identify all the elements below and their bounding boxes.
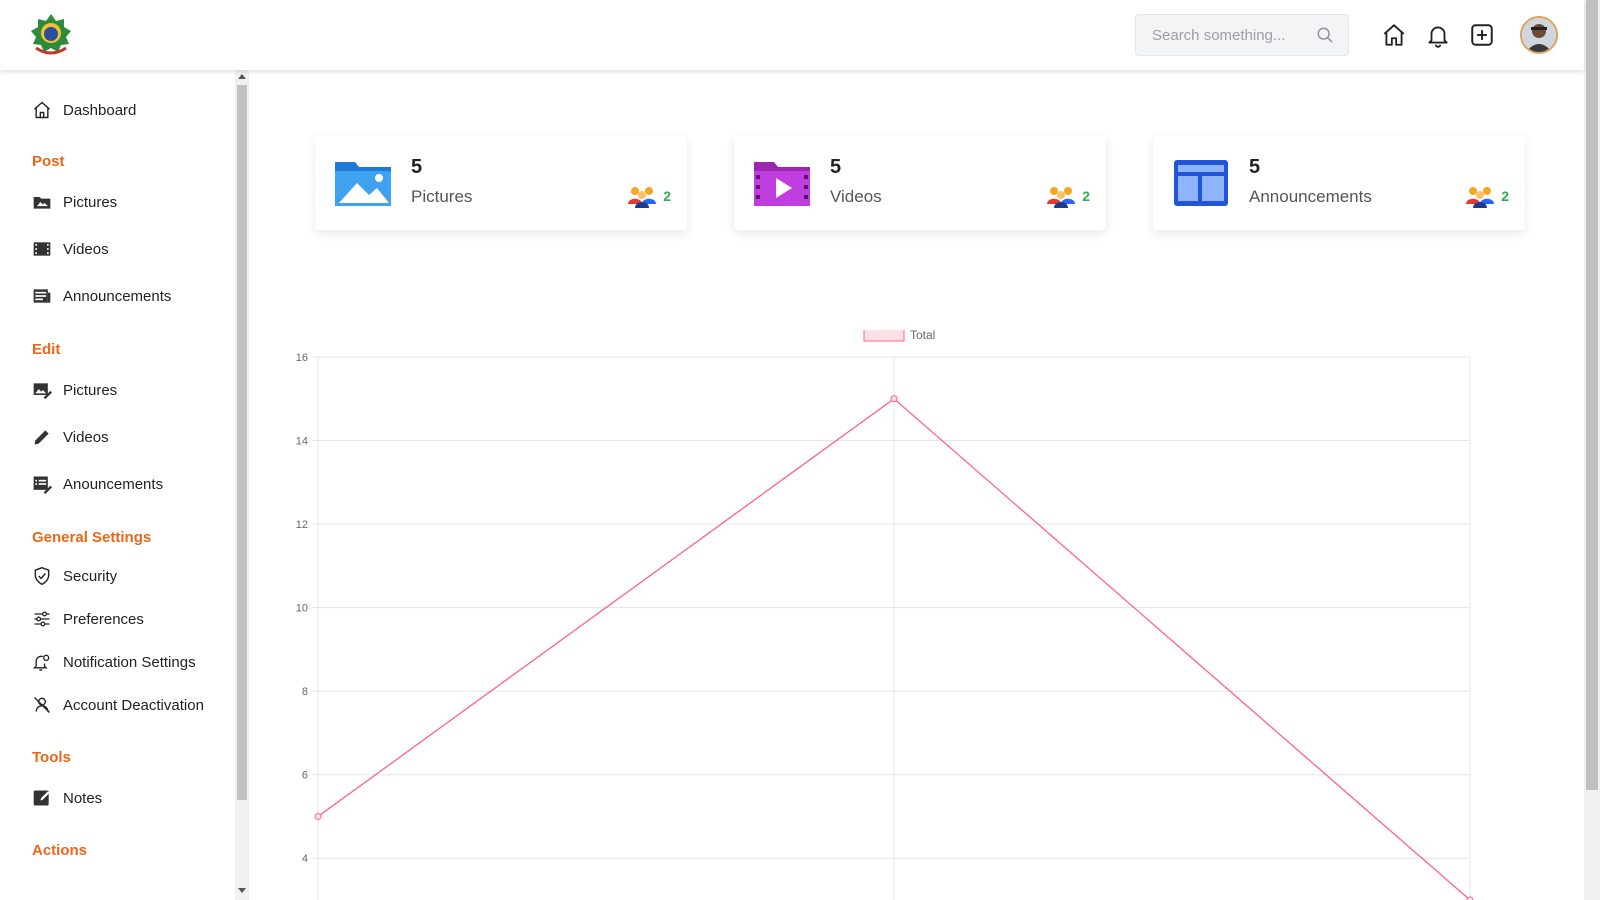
sidebar-item-notes[interactable]: Notes (32, 785, 102, 811)
videos-folder-icon (754, 162, 810, 206)
sidebar-item-edit-anouncements[interactable]: Anouncements (32, 471, 163, 497)
sidebar-item-label: Pictures (63, 381, 118, 399)
sidebar-item-preferences[interactable]: Preferences (32, 606, 144, 632)
section-heading-actions: Actions (32, 842, 88, 859)
user-off-icon (34, 697, 50, 713)
sidebar-item-edit-pictures[interactable]: Pictures (32, 377, 117, 403)
sidebar-item-label: Videos (63, 240, 109, 258)
image-folder-icon (33, 197, 51, 209)
y-tick-label: 10 (296, 603, 308, 615)
home-icon (34, 101, 50, 119)
search-icon[interactable] (1316, 26, 1334, 44)
sidebar-item-label: Pictures (63, 193, 118, 211)
search-box[interactable] (1135, 14, 1349, 56)
sidebar-item-post-videos[interactable]: Videos (32, 236, 109, 262)
newspaper-icon (33, 289, 51, 303)
users-icon (1466, 187, 1494, 208)
y-tick-label: 4 (302, 853, 308, 865)
sidebar-item-label: Security (63, 567, 118, 585)
y-tick-label: 16 (296, 352, 308, 364)
card-user-count: 2 (1501, 188, 1509, 204)
sidebar-item-label: Notes (63, 789, 103, 807)
sidebar-item-notification-settings[interactable]: Notification Settings (32, 649, 196, 675)
note-icon (33, 790, 50, 806)
sidebar-item-label: Announcements (63, 287, 172, 305)
legend-label: Total (910, 330, 935, 342)
section-heading-general-settings: General Settings (32, 529, 152, 546)
pictures-folder-icon (335, 162, 391, 206)
card-count: 5 (1249, 156, 1261, 178)
card-label: Announcements (1249, 187, 1372, 206)
sidebar-item-account-deactivation[interactable]: Account Deactivation (32, 692, 204, 718)
sidebar-item-label: Notification Settings (63, 653, 196, 671)
sidebar-item-edit-videos[interactable]: Videos (32, 424, 109, 450)
sidebar-item-label: Dashboard (63, 101, 137, 119)
announcements-layout-icon (1174, 160, 1228, 206)
sidebar-scroll-up-arrow[interactable] (238, 74, 246, 79)
legend-swatch (863, 330, 905, 342)
sidebar-item-label: Videos (63, 428, 109, 446)
logo-icon[interactable] (28, 12, 74, 58)
sidebar-item-dashboard[interactable]: Dashboard (32, 97, 136, 123)
film-icon (33, 242, 51, 256)
top-bar (0, 0, 1584, 70)
y-tick-label: 12 (296, 519, 308, 531)
home-icon[interactable] (1381, 22, 1407, 48)
sidebar-item-security[interactable]: Security (32, 563, 117, 589)
section-heading-post: Post (32, 153, 65, 170)
data-point (314, 812, 322, 820)
stat-card-announcements[interactable]: 5 Announcements 2 (1153, 136, 1525, 230)
plus-square-icon[interactable] (1469, 22, 1495, 48)
sliders-icon (34, 611, 50, 627)
users-icon (1047, 187, 1075, 208)
sidebar-item-post-pictures[interactable]: Pictures (32, 189, 117, 215)
pencil-icon (34, 430, 49, 445)
sidebar-scrollbar-thumb[interactable] (237, 85, 247, 800)
card-count: 5 (411, 156, 423, 178)
avatar[interactable] (1520, 16, 1558, 54)
section-heading-tools: Tools (32, 749, 71, 766)
y-tick-label: 8 (302, 686, 308, 698)
image-edit-icon (33, 383, 52, 400)
sidebar-item-label: Anouncements (63, 475, 164, 493)
sidebar: Dashboard Post Pictures Videos Announcem… (0, 70, 235, 900)
sidebar-item-post-announcements[interactable]: Announcements (32, 283, 171, 309)
search-input[interactable] (1136, 15, 1316, 55)
card-label: Videos (830, 187, 882, 206)
line-chart: 4 6 8 10 12 14 16 Total (296, 330, 1474, 900)
y-tick-label: 6 (302, 770, 308, 782)
y-tick-label: 14 (296, 436, 308, 448)
card-user-count: 2 (663, 188, 671, 204)
bell-gear-icon (32, 654, 50, 671)
stat-card-videos[interactable]: 5 Videos 2 (734, 136, 1106, 230)
card-count: 5 (830, 156, 842, 178)
section-heading-edit: Edit (32, 341, 61, 358)
shield-icon (34, 566, 50, 586)
card-label: Pictures (411, 187, 473, 206)
stat-card-pictures[interactable]: 5 Pictures 2 (315, 136, 687, 230)
data-point (890, 395, 898, 403)
bell-icon[interactable] (1425, 22, 1451, 48)
sidebar-scroll-down-arrow[interactable] (238, 888, 246, 893)
page-scrollbar-thumb[interactable] (1586, 0, 1598, 790)
list-edit-icon (33, 476, 52, 494)
card-user-count: 2 (1082, 188, 1090, 204)
sidebar-item-label: Preferences (63, 610, 144, 628)
sidebar-item-label: Account Deactivation (63, 696, 204, 714)
users-icon (628, 187, 656, 208)
